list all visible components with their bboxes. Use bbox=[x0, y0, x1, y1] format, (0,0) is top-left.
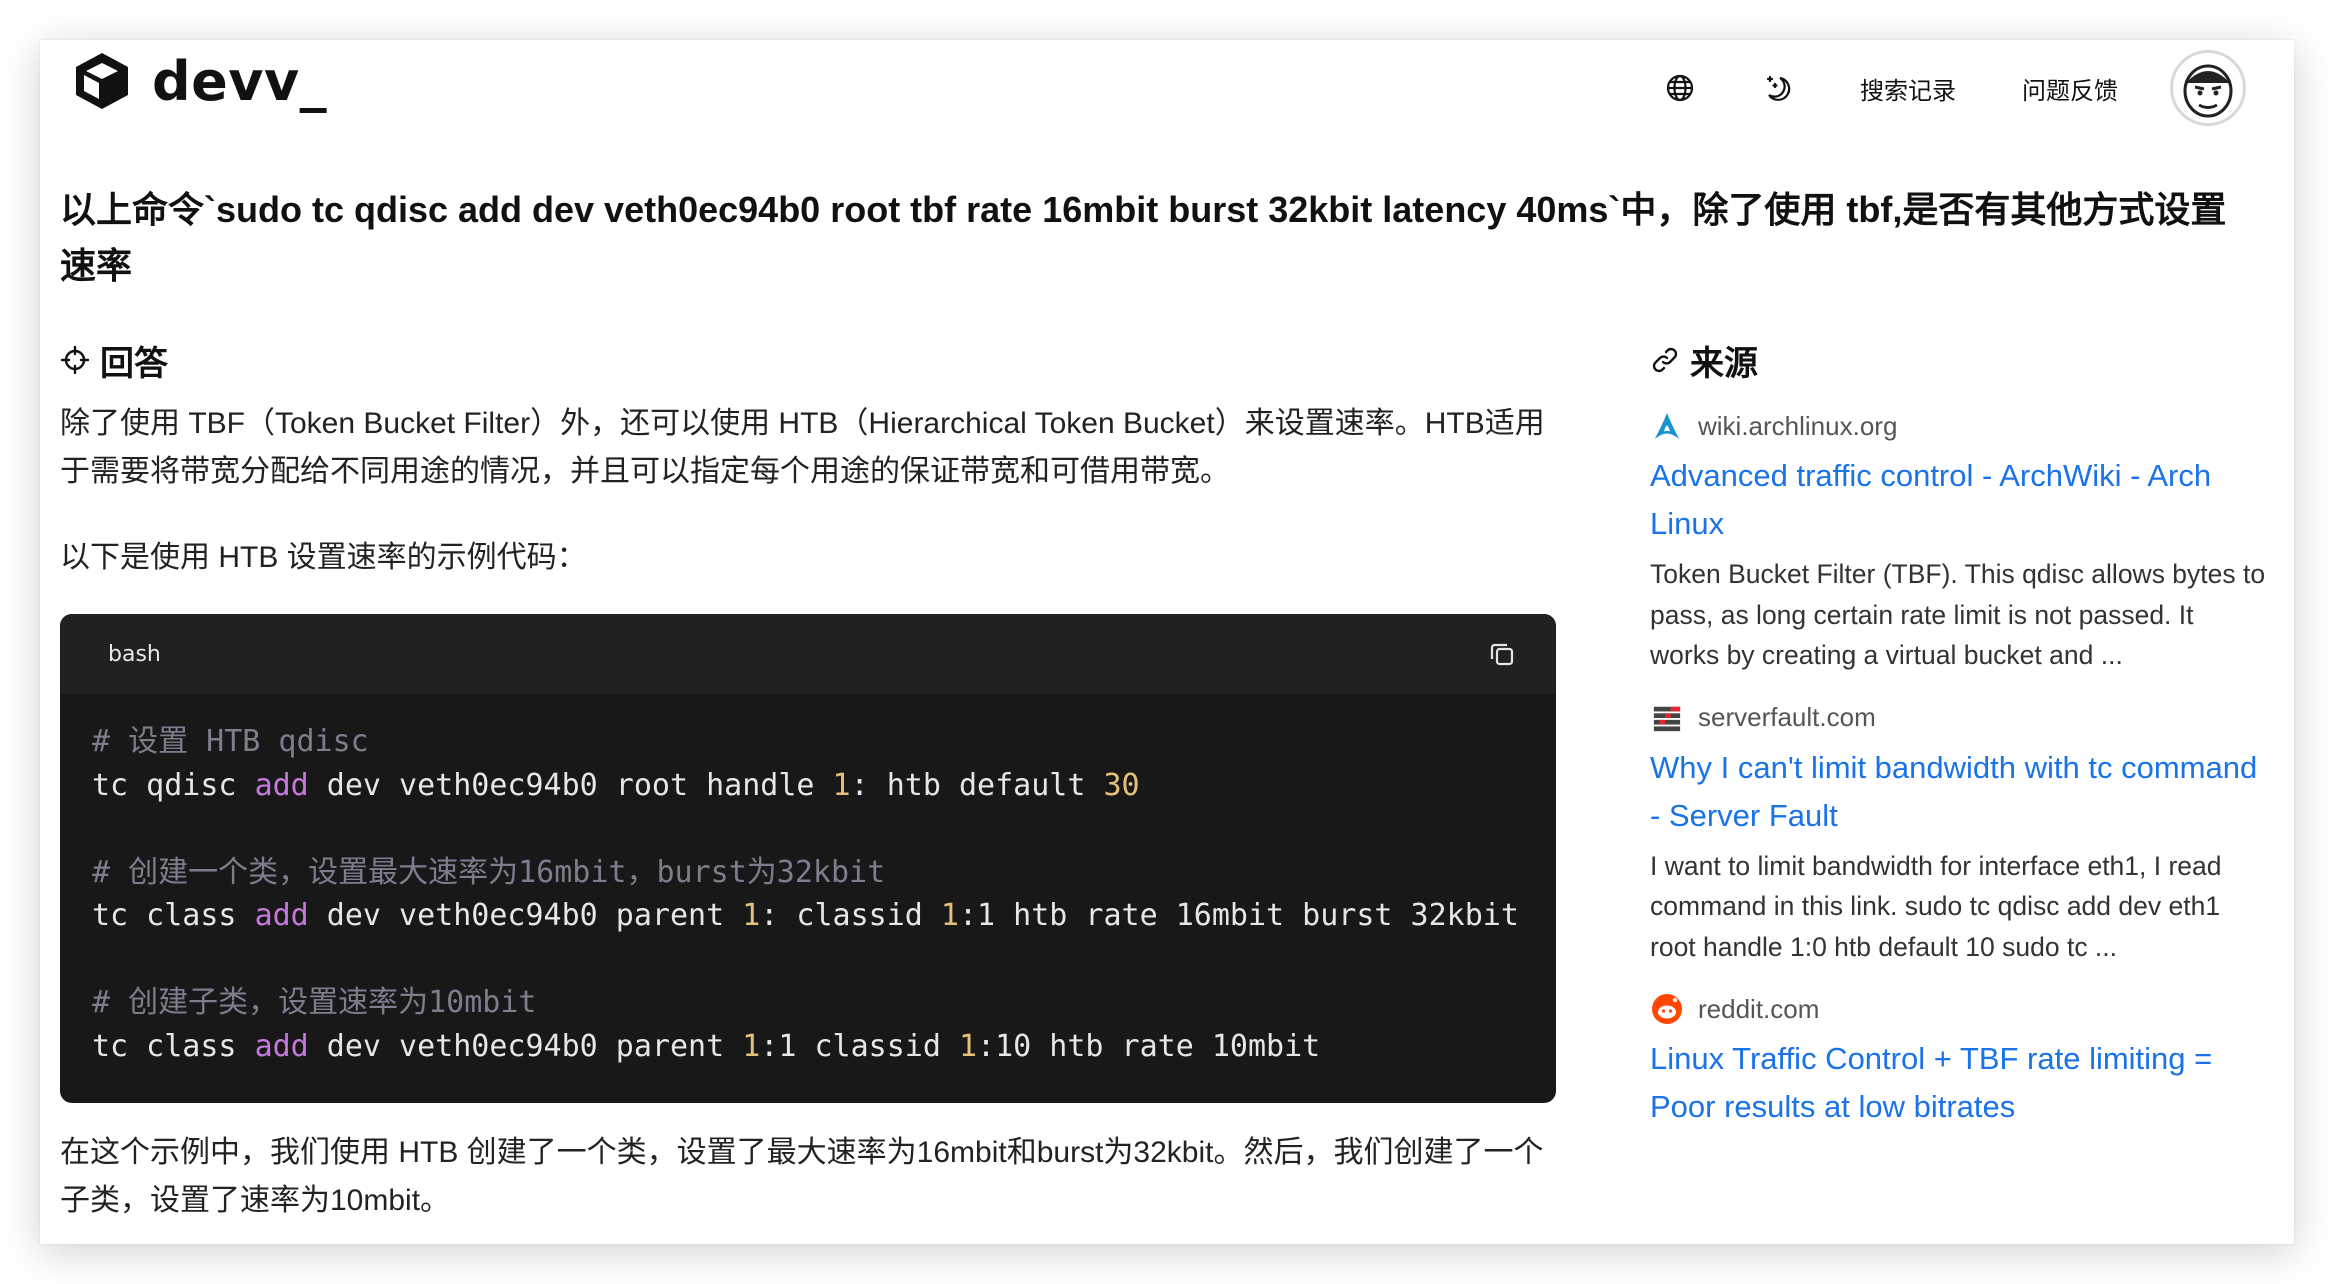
feedback-link[interactable]: 问题反馈 bbox=[2022, 71, 2118, 106]
brand-logo[interactable]: devv_ bbox=[70, 49, 327, 113]
arch-linux-icon bbox=[1650, 409, 1684, 443]
code-token: # 创建子类，设置速率为10mbit bbox=[92, 985, 537, 1020]
answer-paragraph: 以下是使用 HTB 设置速率的示例代码： bbox=[60, 541, 587, 574]
code-token: dev veth0ec94b0 parent bbox=[308, 1028, 743, 1064]
source-snippet: Token Bucket Filter (TBF). This qdisc al… bbox=[1650, 559, 2266, 670]
top-bar: devv_ 搜索记录 问题反馈 bbox=[40, 40, 2294, 136]
sources-panel: 来源 wiki.archlinux.org Advanced traffic c… bbox=[1650, 330, 2270, 1131]
code-line: # 创建子类，设置速率为10mbit bbox=[92, 981, 1524, 1025]
code-token: add bbox=[254, 767, 309, 803]
code-token: : classid bbox=[760, 898, 941, 933]
source-card: serverfault.com Why I can't limit bandwi… bbox=[1650, 696, 2270, 968]
code-token: tc class bbox=[92, 898, 255, 933]
source-card: wiki.archlinux.org Advanced traffic cont… bbox=[1650, 404, 2270, 676]
sources-heading-label: 来源 bbox=[1690, 344, 1758, 383]
code-token: # 创建一个类，设置最大速率为16mbit，burst为32kbit bbox=[92, 854, 886, 890]
code-block-header: bash bbox=[60, 614, 1556, 694]
answer-paragraph: 除了使用 TBF（Token Bucket Filter）外，还可以使用 HTB… bbox=[60, 407, 1545, 488]
language-button[interactable] bbox=[1660, 68, 1700, 108]
avatar-face-icon bbox=[2174, 54, 2242, 122]
code-token: :1 htb rate 16mbit burst 32kbit bbox=[958, 898, 1519, 933]
link-icon bbox=[1652, 347, 1678, 373]
code-line: tc class add dev veth0ec94b0 parent 1:1 … bbox=[92, 1025, 1524, 1069]
code-token: # 设置 HTB qdisc bbox=[92, 724, 369, 759]
code-line: # 设置 HTB qdisc bbox=[92, 720, 1524, 764]
source-link[interactable]: Why I can't limit bandwidth with tc comm… bbox=[1650, 744, 2270, 840]
answer-heading: 回答 bbox=[60, 330, 1556, 390]
source-site: wiki.archlinux.org bbox=[1650, 404, 2270, 448]
code-block: bash # 设置 HTB qdisc tc qdisc add dev veth… bbox=[60, 614, 1556, 1103]
top-nav: 搜索记录 问题反馈 bbox=[1660, 40, 2246, 136]
answer-heading-label: 回答 bbox=[100, 344, 168, 383]
source-snippet: I want to limit bandwidth for interface … bbox=[1650, 850, 2222, 962]
source-site: serverfault.com bbox=[1650, 696, 2270, 740]
source-card: reddit.com Linux Traffic Control + TBF r… bbox=[1650, 987, 2270, 1131]
source-link[interactable]: Linux Traffic Control + TBF rate limitin… bbox=[1650, 1035, 2270, 1131]
source-link[interactable]: Advanced traffic control - ArchWiki - Ar… bbox=[1650, 452, 2270, 548]
code-token: 1 bbox=[742, 1028, 761, 1064]
code-token: 1 bbox=[940, 898, 959, 933]
copy-code-button[interactable] bbox=[1484, 636, 1520, 672]
reddit-icon bbox=[1650, 992, 1684, 1026]
code-token: 1 bbox=[832, 767, 851, 803]
code-line: # 创建一个类，设置最大速率为16mbit，burst为32kbit bbox=[92, 851, 1524, 895]
app-window: devv_ 搜索记录 问题反馈 以上命令`sudo tc qdisc add d… bbox=[40, 40, 2294, 1244]
answer-paragraph: 在这个示例中，我们使用 HTB 创建了一个类，设置了最大速率为16mbit和bu… bbox=[60, 1136, 1544, 1217]
code-token: 1 bbox=[742, 898, 761, 933]
code-token: add bbox=[254, 898, 309, 933]
crosshair-icon bbox=[60, 345, 90, 375]
code-token: add bbox=[254, 1028, 309, 1064]
code-token: dev veth0ec94b0 root handle bbox=[308, 767, 833, 803]
brand-name: devv_ bbox=[152, 49, 328, 113]
source-site: reddit.com bbox=[1650, 987, 2270, 1031]
code-token: :1 classid bbox=[760, 1028, 959, 1064]
code-line: tc qdisc add dev veth0ec94b0 root handle… bbox=[92, 764, 1524, 808]
code-token: 1 bbox=[958, 1028, 978, 1064]
user-avatar[interactable] bbox=[2170, 50, 2246, 126]
theme-toggle-button[interactable] bbox=[1758, 68, 1798, 108]
code-token: 30 bbox=[1103, 767, 1140, 803]
question-title: 以上命令`sudo tc qdisc add dev veth0ec94b0 r… bbox=[60, 189, 2227, 286]
code-content: # 设置 HTB qdisc tc qdisc add dev veth0ec94… bbox=[60, 694, 1556, 1094]
moon-stars-icon bbox=[1766, 75, 1791, 101]
answer-section: 回答 除了使用 TBF（Token Bucket Filter）外，还可以使用 … bbox=[60, 330, 1556, 1225]
source-domain: wiki.archlinux.org bbox=[1698, 410, 1898, 441]
copy-icon bbox=[1490, 643, 1514, 666]
search-history-link[interactable]: 搜索记录 bbox=[1860, 71, 1956, 106]
code-token: dev veth0ec94b0 parent bbox=[308, 898, 743, 933]
serverfault-icon bbox=[1650, 701, 1684, 735]
cube-logo-icon bbox=[76, 53, 128, 109]
code-language-label: bash bbox=[108, 641, 161, 667]
source-domain: serverfault.com bbox=[1698, 702, 1876, 732]
code-token: tc qdisc bbox=[92, 767, 255, 803]
code-token: :10 htb rate 10mbit bbox=[977, 1028, 1321, 1064]
globe-icon bbox=[1666, 74, 1694, 102]
code-token: tc class bbox=[92, 1028, 255, 1064]
code-token: : htb default bbox=[850, 767, 1104, 803]
sources-heading: 来源 bbox=[1650, 330, 2270, 390]
source-domain: reddit.com bbox=[1698, 993, 1820, 1024]
code-line: tc class add dev veth0ec94b0 parent 1: c… bbox=[92, 894, 1524, 938]
